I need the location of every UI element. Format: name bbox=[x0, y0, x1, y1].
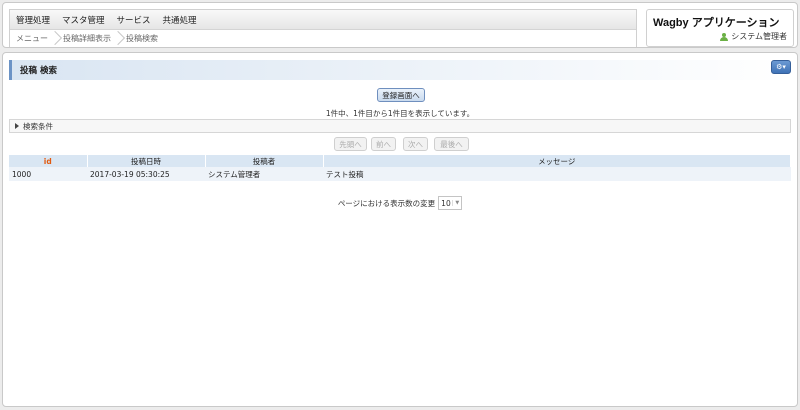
page-size-value: 10 bbox=[441, 198, 451, 208]
search-conditions-label: 検索条件 bbox=[23, 121, 53, 131]
cell-id[interactable]: 1000 bbox=[9, 167, 87, 181]
column-header-posted-at[interactable]: 投稿日時 bbox=[87, 155, 206, 167]
menu-bar: 管理処理 マスタ管理 サービス 共通処理 bbox=[10, 10, 636, 30]
menu-item-admin[interactable]: 管理処理 bbox=[16, 14, 50, 26]
page-title: 投稿 検索 bbox=[20, 66, 57, 76]
last-page-button[interactable]: 最後へ bbox=[434, 137, 469, 151]
column-header-poster[interactable]: 投稿者 bbox=[205, 155, 324, 167]
cell-posted-at: 2017-03-19 05:30:25 bbox=[87, 167, 205, 181]
page-size-control: ページにおける表示数の変更 10 ▼ bbox=[3, 196, 797, 210]
cell-message: テスト投稿 bbox=[323, 167, 791, 181]
breadcrumb-menu[interactable]: メニュー bbox=[16, 33, 48, 44]
app-title: Wagby アプリケーション bbox=[653, 17, 780, 29]
next-page-button[interactable]: 次へ bbox=[403, 137, 428, 151]
first-page-button[interactable]: 先頭へ bbox=[334, 137, 367, 151]
breadcrumb-post-search: 投稿検索 bbox=[126, 34, 158, 43]
app-info-box: Wagby アプリケーション システム管理者 bbox=[646, 9, 794, 47]
breadcrumb-separator bbox=[115, 31, 122, 46]
prev-page-button[interactable]: 前へ bbox=[371, 137, 396, 151]
column-header-message[interactable]: メッセージ bbox=[323, 155, 791, 167]
page-title-bar: 投稿 検索 bbox=[9, 60, 791, 80]
menu-item-service[interactable]: サービス bbox=[117, 14, 151, 26]
breadcrumb-separator bbox=[52, 31, 59, 46]
navigation-box: 管理処理 マスタ管理 サービス 共通処理 メニュー 投稿詳細表示 投稿検索 bbox=[9, 9, 637, 47]
chevron-down-icon: ▼ bbox=[452, 200, 459, 206]
current-user-name: システム管理者 bbox=[731, 32, 787, 41]
search-conditions-toggle[interactable]: 検索条件 bbox=[9, 119, 791, 133]
current-user[interactable]: システム管理者 bbox=[720, 31, 787, 42]
page-size-select[interactable]: 10 ▼ bbox=[438, 196, 463, 210]
page-size-label: ページにおける表示数の変更 bbox=[337, 198, 436, 208]
column-header-id[interactable]: id bbox=[9, 155, 88, 167]
menu-item-master[interactable]: マスタ管理 bbox=[62, 14, 105, 26]
breadcrumb: メニュー 投稿詳細表示 投稿検索 bbox=[10, 30, 636, 47]
wrench-icon: ⚙▾ bbox=[776, 63, 786, 71]
table-row[interactable]: 1000 2017-03-19 05:30:25 システム管理者 テスト投稿 bbox=[9, 167, 791, 181]
register-button[interactable]: 登録画面へ bbox=[377, 88, 425, 102]
app-header: 管理処理 マスタ管理 サービス 共通処理 メニュー 投稿詳細表示 投稿検索 Wa… bbox=[2, 2, 798, 48]
user-icon bbox=[720, 32, 729, 41]
breadcrumb-post-detail[interactable]: 投稿詳細表示 bbox=[63, 33, 111, 44]
cell-poster: システム管理者 bbox=[205, 167, 323, 181]
results-table: id 投稿日時 投稿者 メッセージ 1000 2017-03-19 05:30:… bbox=[9, 155, 791, 181]
menu-item-common[interactable]: 共通処理 bbox=[163, 14, 197, 26]
table-header-row: id 投稿日時 投稿者 メッセージ bbox=[9, 155, 791, 167]
expand-triangle-icon bbox=[15, 123, 19, 129]
tools-menu-button[interactable]: ⚙▾ bbox=[771, 60, 791, 74]
main-panel: 投稿 検索 ⚙▾ 登録画面へ 1件中、1件目から1件目を表示しています。 検索条… bbox=[2, 52, 798, 407]
result-count-text: 1件中、1件目から1件目を表示しています。 bbox=[325, 109, 475, 118]
